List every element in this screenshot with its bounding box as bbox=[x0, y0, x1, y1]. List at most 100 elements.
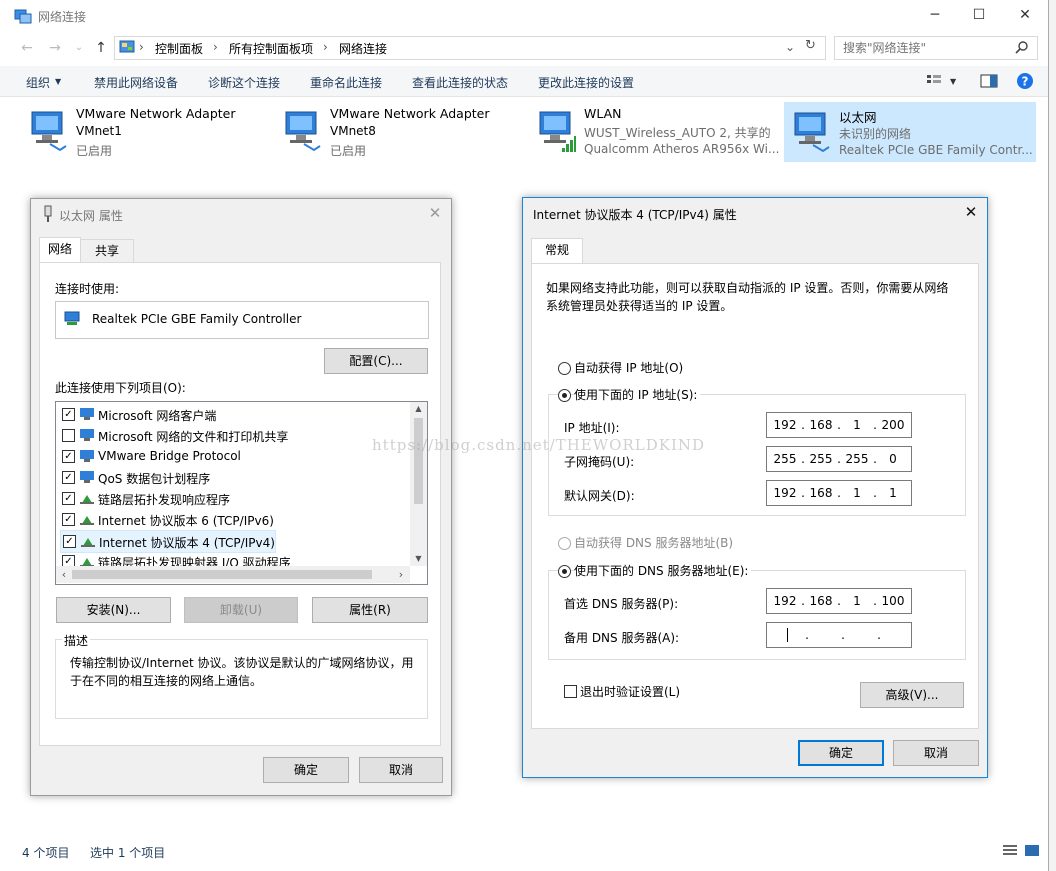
organize-menu[interactable]: 组织 bbox=[26, 74, 50, 91]
tab-sharing[interactable]: 共享 bbox=[80, 239, 134, 262]
close-button[interactable]: ✕ bbox=[1002, 0, 1048, 30]
search-box[interactable] bbox=[834, 36, 1038, 60]
search-input[interactable] bbox=[841, 39, 1015, 57]
preview-pane-icon[interactable] bbox=[980, 74, 998, 88]
mask-octet-2[interactable]: 255 bbox=[807, 452, 835, 466]
horizontal-scrollbar[interactable]: ‹ › bbox=[56, 566, 410, 583]
adapter-detail: 未识别的网络 bbox=[839, 127, 912, 141]
validate-checkbox[interactable] bbox=[564, 685, 577, 698]
ip-octet-4[interactable]: 200 bbox=[879, 418, 907, 432]
item-checkbox[interactable]: ✓ bbox=[62, 492, 75, 505]
list-item-selected[interactable]: ✓ Internet 协议版本 4 (TCP/IPv4) bbox=[60, 530, 276, 553]
h-scroll-thumb[interactable] bbox=[72, 570, 372, 579]
gw-octet-2[interactable]: 168 bbox=[807, 486, 835, 500]
list-item[interactable]: ✓ VMware Bridge Protocol bbox=[60, 446, 410, 467]
adapter-name-text: Realtek PCIe GBE Family Controller bbox=[92, 312, 302, 326]
item-checkbox[interactable]: ✓ bbox=[62, 513, 75, 526]
dns1-octet-2[interactable]: 168 bbox=[807, 594, 835, 608]
breadcrumb-control-panel[interactable]: 控制面板 bbox=[155, 40, 203, 57]
ip-octet-2[interactable]: 168 bbox=[807, 418, 835, 432]
manual-dns-radio[interactable] bbox=[558, 565, 571, 578]
ok-button[interactable]: 确定 bbox=[798, 740, 884, 766]
scroll-down-icon[interactable]: ▼ bbox=[410, 552, 427, 566]
vertical-scrollbar[interactable]: ▲ ▼ bbox=[410, 402, 427, 566]
dns1-octet-4[interactable]: 100 bbox=[879, 594, 907, 608]
manual-ip-label[interactable]: 使用下面的 IP 地址(S): bbox=[574, 386, 701, 403]
chevron-down-icon[interactable]: ⌄ bbox=[785, 40, 795, 54]
up-arrow-icon[interactable]: ↑ bbox=[90, 38, 112, 58]
recent-chevron-icon[interactable]: ⌄ bbox=[68, 38, 90, 58]
breadcrumb-all-items[interactable]: 所有控制面板项 bbox=[229, 40, 313, 57]
minimize-button[interactable]: ─ bbox=[912, 0, 958, 30]
item-checkbox[interactable]: ✓ bbox=[62, 408, 75, 421]
gw-octet-3[interactable]: 1 bbox=[843, 486, 871, 500]
gw-octet-1[interactable]: 192 bbox=[771, 486, 799, 500]
item-checkbox[interactable]: ✓ bbox=[62, 471, 75, 484]
item-checkbox[interactable] bbox=[62, 429, 75, 442]
view-status-button[interactable]: 查看此连接的状态 bbox=[412, 74, 508, 91]
scroll-right-icon[interactable]: › bbox=[394, 566, 408, 583]
subnet-mask-input[interactable]: 255. 255. 255. 0 bbox=[766, 446, 912, 472]
cancel-button[interactable]: 取消 bbox=[359, 757, 443, 783]
close-icon[interactable]: ✕ bbox=[425, 203, 445, 223]
details-view-icon[interactable] bbox=[1002, 844, 1018, 858]
auto-ip-label[interactable]: 自动获得 IP 地址(O) bbox=[574, 359, 683, 376]
alternate-dns-input[interactable]: . . . bbox=[766, 622, 912, 648]
manual-ip-radio[interactable] bbox=[558, 389, 571, 402]
large-icons-view-icon[interactable] bbox=[1024, 844, 1040, 858]
ip-octet-3[interactable]: 1 bbox=[843, 418, 871, 432]
disable-device-button[interactable]: 禁用此网络设备 bbox=[94, 74, 178, 91]
properties-button[interactable]: 属性(R) bbox=[312, 597, 428, 623]
auto-ip-radio[interactable] bbox=[558, 362, 571, 375]
help-icon[interactable]: ? bbox=[1016, 72, 1034, 90]
preferred-dns-input[interactable]: 192. 168. 1. 100 bbox=[766, 588, 912, 614]
item-checkbox[interactable]: ✓ bbox=[63, 535, 76, 548]
dns1-octet-3[interactable]: 1 bbox=[843, 594, 871, 608]
organize-dropdown-icon[interactable]: ▼ bbox=[55, 77, 61, 86]
validate-label[interactable]: 退出时验证设置(L) bbox=[580, 683, 680, 700]
install-button[interactable]: 安装(N)... bbox=[56, 597, 171, 623]
close-icon[interactable]: ✕ bbox=[961, 202, 981, 222]
rename-button[interactable]: 重命名此连接 bbox=[310, 74, 382, 91]
mask-octet-3[interactable]: 255 bbox=[843, 452, 871, 466]
maximize-button[interactable]: ☐ bbox=[956, 0, 1002, 30]
cancel-button[interactable]: 取消 bbox=[893, 740, 979, 766]
forward-arrow-icon[interactable]: → bbox=[44, 38, 66, 58]
list-item[interactable]: ✓ QoS 数据包计划程序 bbox=[60, 467, 410, 488]
manual-dns-label[interactable]: 使用下面的 DNS 服务器地址(E): bbox=[574, 562, 752, 579]
components-list[interactable]: ✓ Microsoft 网络客户端 Microsoft 网络的文件和打印机共享 … bbox=[55, 401, 428, 585]
list-item[interactable]: ✓ 链路层拓扑发现响应程序 bbox=[60, 488, 410, 509]
adapter-wlan[interactable]: WLAN WUST_Wireless_AUTO 2, 共享的 Qualcomm … bbox=[530, 102, 780, 160]
back-arrow-icon[interactable]: ← bbox=[16, 38, 38, 58]
advanced-button[interactable]: 高级(V)... bbox=[860, 682, 964, 708]
tab-general[interactable]: 常规 bbox=[531, 238, 583, 263]
tab-network[interactable]: 网络 bbox=[39, 237, 81, 262]
item-checkbox[interactable]: ✓ bbox=[62, 450, 75, 463]
scroll-left-icon[interactable]: ‹ bbox=[58, 566, 70, 583]
gw-octet-4[interactable]: 1 bbox=[879, 486, 907, 500]
scroll-thumb[interactable] bbox=[414, 418, 423, 504]
change-settings-button[interactable]: 更改此连接的设置 bbox=[538, 74, 634, 91]
view-dropdown-icon[interactable]: ▼ bbox=[950, 77, 956, 86]
refresh-icon[interactable]: ↻ bbox=[805, 38, 816, 53]
mask-octet-4[interactable]: 0 bbox=[879, 452, 907, 466]
gateway-input[interactable]: 192. 168. 1. 1 bbox=[766, 480, 912, 506]
search-icon[interactable] bbox=[1015, 40, 1029, 54]
list-item[interactable]: ✓ Internet 协议版本 6 (TCP/IPv6) bbox=[60, 509, 410, 530]
address-bar[interactable]: › 控制面板 › 所有控制面板项 › 网络连接 ⌄ ↻ bbox=[114, 36, 826, 60]
view-options-icon[interactable] bbox=[926, 74, 942, 88]
ip-address-input[interactable]: 192. 168. 1. 200 bbox=[766, 412, 912, 438]
list-item[interactable]: ✓ Microsoft 网络客户端 bbox=[60, 404, 410, 425]
list-item[interactable]: Microsoft 网络的文件和打印机共享 bbox=[60, 425, 410, 446]
configure-button[interactable]: 配置(C)... bbox=[324, 348, 428, 374]
adapter-ethernet[interactable]: 以太网 未识别的网络 Realtek PCIe GBE Family Contr… bbox=[784, 102, 1036, 162]
ok-button[interactable]: 确定 bbox=[263, 757, 349, 783]
adapter-vmnet8[interactable]: VMware Network Adapter VMnet8 已启用 bbox=[276, 102, 526, 160]
ip-octet-1[interactable]: 192 bbox=[771, 418, 799, 432]
adapter-vmnet1[interactable]: VMware Network Adapter VMnet1 已启用 bbox=[22, 102, 272, 160]
mask-octet-1[interactable]: 255 bbox=[771, 452, 799, 466]
scroll-up-icon[interactable]: ▲ bbox=[410, 402, 427, 416]
diagnose-button[interactable]: 诊断这个连接 bbox=[208, 74, 280, 91]
breadcrumb-network-connections[interactable]: 网络连接 bbox=[339, 40, 387, 57]
dns1-octet-1[interactable]: 192 bbox=[771, 594, 799, 608]
